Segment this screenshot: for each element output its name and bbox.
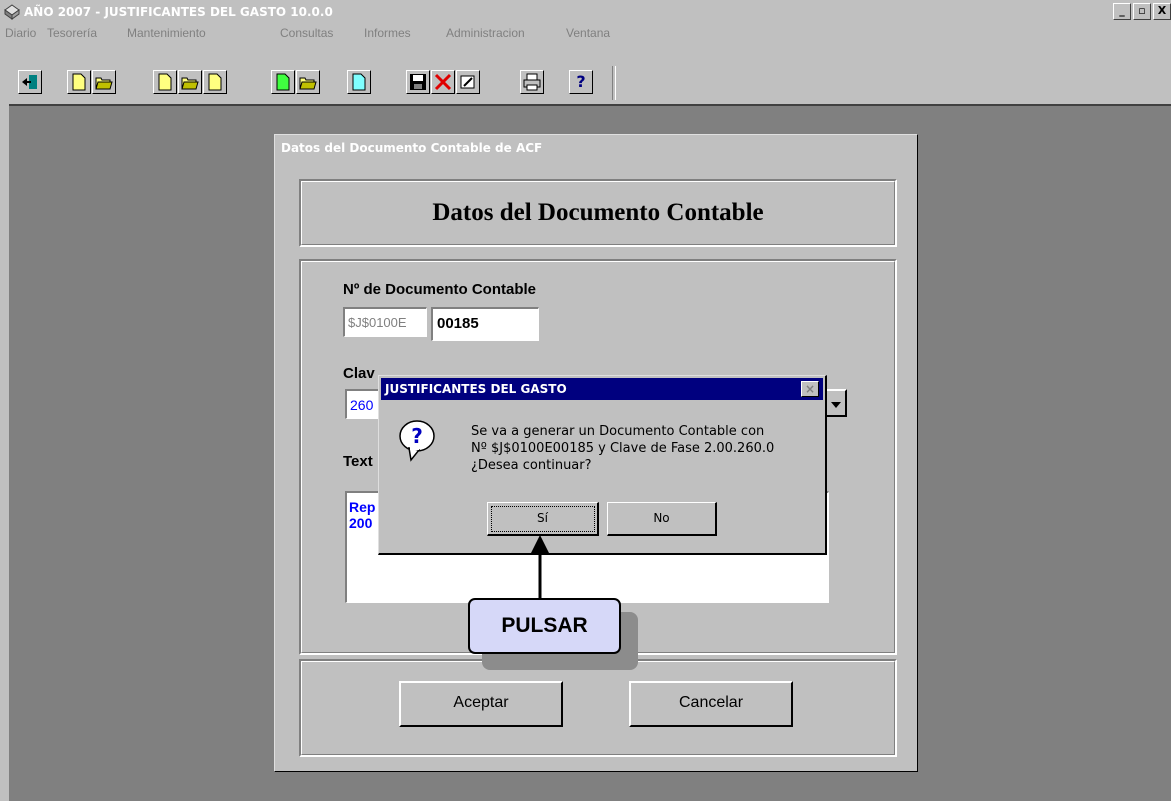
form-title: Datos del Documento Contable de ACF bbox=[281, 141, 543, 155]
new-green-button[interactable] bbox=[271, 70, 295, 94]
clave-label: Clav bbox=[343, 365, 375, 382]
dialog-message-line-3: ¿Desea continuar? bbox=[471, 458, 592, 473]
new-button-2[interactable] bbox=[153, 70, 177, 94]
pointer-arrow-icon bbox=[531, 535, 549, 601]
new-button[interactable] bbox=[67, 70, 91, 94]
toolbar-separator bbox=[612, 66, 616, 100]
app-title-bar: AÑO 2007 - JUSTIFICANTES DEL GASTO 10.0.… bbox=[0, 0, 1171, 24]
header-panel: Datos del Documento Contable bbox=[299, 179, 897, 247]
actions-panel bbox=[299, 659, 897, 757]
open-button[interactable] bbox=[92, 70, 116, 94]
open-folder-icon bbox=[299, 77, 317, 90]
dialog-message-line-1: Se va a generar un Documento Contable co… bbox=[471, 424, 765, 439]
menu-bar: Diario Tesorería Mantenimiento Consultas… bbox=[0, 24, 1171, 42]
menu-tesoreria[interactable]: Tesorería bbox=[47, 26, 97, 40]
new-doc-green-icon bbox=[276, 73, 290, 91]
open-button-3[interactable] bbox=[296, 70, 320, 94]
exit-button[interactable] bbox=[18, 70, 42, 94]
restore-button[interactable]: ▫ bbox=[1133, 3, 1151, 20]
dialog-message-line-2: Nº $J$0100E00185 y Clave de Fase 2.00.26… bbox=[471, 441, 775, 456]
edit-icon bbox=[460, 75, 475, 89]
open-folder-icon bbox=[181, 77, 199, 90]
minimize-button[interactable]: _ bbox=[1113, 3, 1131, 20]
accept-button[interactable]: Aceptar bbox=[399, 681, 563, 727]
new-button-3[interactable] bbox=[203, 70, 227, 94]
menu-administracion[interactable]: Administracion bbox=[446, 26, 525, 40]
help-button[interactable]: ? bbox=[569, 70, 593, 94]
clave-dropdown-button[interactable] bbox=[825, 389, 847, 417]
new-cyan-button[interactable] bbox=[347, 70, 371, 94]
menu-consultas[interactable]: Consultas bbox=[280, 26, 333, 40]
new-doc-icon bbox=[158, 73, 172, 91]
save-icon bbox=[410, 74, 426, 90]
svg-text:?: ? bbox=[411, 424, 423, 448]
help-icon: ? bbox=[576, 72, 586, 91]
chevron-down-icon bbox=[831, 402, 841, 408]
question-icon: ? bbox=[399, 420, 435, 462]
new-doc-icon bbox=[208, 73, 222, 91]
app-logo-icon bbox=[4, 4, 20, 20]
dialog-close-button[interactable]: × bbox=[801, 381, 819, 397]
new-doc-cyan-icon bbox=[352, 73, 366, 91]
app-title: AÑO 2007 - JUSTIFICANTES DEL GASTO 10.0.… bbox=[24, 5, 333, 19]
pulsar-callout: PULSAR bbox=[468, 598, 621, 654]
no-button[interactable]: No bbox=[607, 502, 717, 536]
print-icon bbox=[523, 73, 541, 91]
delete-button[interactable] bbox=[431, 70, 455, 94]
exit-icon bbox=[22, 75, 37, 89]
open-button-2[interactable] bbox=[178, 70, 202, 94]
close-button[interactable]: X bbox=[1153, 3, 1171, 20]
print-button[interactable] bbox=[520, 70, 544, 94]
mdi-left-border bbox=[0, 104, 9, 801]
menu-informes[interactable]: Informes bbox=[364, 26, 411, 40]
menu-diario[interactable]: Diario bbox=[5, 26, 36, 40]
texto-label: Text bbox=[343, 453, 373, 470]
dialog-title-bar: JUSTIFICANTES DEL GASTO × bbox=[381, 378, 823, 400]
menu-mantenimiento[interactable]: Mantenimiento bbox=[127, 26, 206, 40]
delete-icon bbox=[434, 73, 452, 91]
doc-number-field[interactable]: 00185 bbox=[431, 307, 539, 341]
doc-number-label: Nº de Documento Contable bbox=[343, 281, 536, 298]
open-folder-icon bbox=[95, 77, 113, 90]
doc-prefix-field: $J$0100E bbox=[343, 307, 427, 337]
yes-button[interactable]: Sí bbox=[487, 502, 599, 536]
dialog-title: JUSTIFICANTES DEL GASTO bbox=[385, 382, 567, 396]
form-heading: Datos del Documento Contable bbox=[432, 199, 764, 226]
menu-ventana[interactable]: Ventana bbox=[566, 26, 610, 40]
edit-button[interactable] bbox=[456, 70, 480, 94]
toolbar: ? bbox=[0, 42, 1171, 104]
form-title-bar: Datos del Documento Contable de ACF bbox=[277, 137, 915, 159]
save-button[interactable] bbox=[406, 70, 430, 94]
new-doc-icon bbox=[72, 73, 86, 91]
cancel-button[interactable]: Cancelar bbox=[629, 681, 793, 727]
confirm-dialog: JUSTIFICANTES DEL GASTO × ? Se va a gene… bbox=[378, 375, 827, 555]
